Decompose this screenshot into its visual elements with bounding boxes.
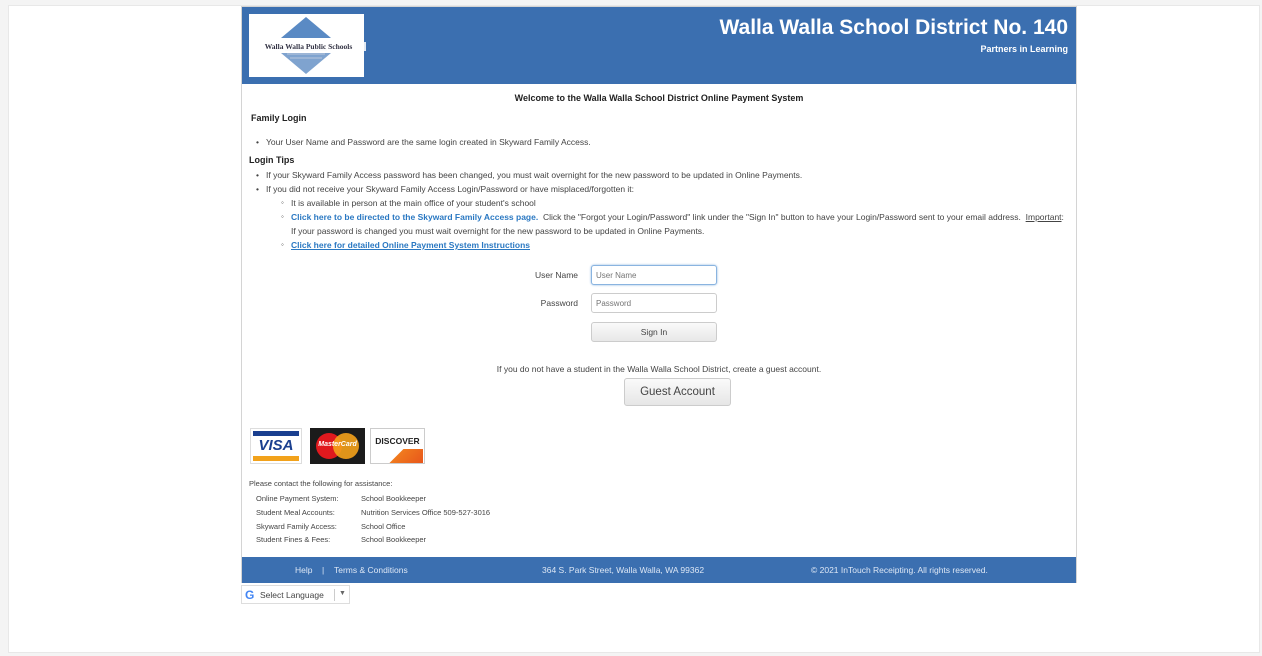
username-input[interactable] xyxy=(591,265,717,285)
table-row: Skyward Family Access: School Office xyxy=(256,519,490,533)
sign-in-button[interactable]: Sign In xyxy=(591,322,717,342)
contact-label: Student Meal Accounts: xyxy=(256,508,335,518)
contact-value: School Office xyxy=(361,521,406,531)
footer-address: 364 S. Park Street, Walla Walla, WA 9936… xyxy=(542,565,705,575)
table-row: Student Meal Accounts: Nutrition Services… xyxy=(256,506,490,520)
discover-wordmark: DISCOVER xyxy=(375,436,420,446)
district-title: Walla Walla School District No. 140 xyxy=(719,16,1068,39)
table-row: Student Fines & Fees: School Bookkeeper xyxy=(256,533,490,547)
login-tip-text: If you did not receive your Skyward Fami… xyxy=(266,184,635,194)
family-login-list: Your User Name and Password are the same… xyxy=(256,135,591,149)
district-tagline: Partners in Learning xyxy=(980,44,1068,54)
skyward-access-link[interactable]: Click here to be directed to the Skyward… xyxy=(291,212,538,222)
family-login-heading: Family Login xyxy=(251,113,307,123)
visa-band-bottom xyxy=(253,456,299,461)
contact-label: Online Payment System: xyxy=(256,494,339,504)
contact-value: Nutrition Services Office 509-527-3016 xyxy=(361,508,491,518)
site-header: Walla Walla Public Schools Walla Walla S… xyxy=(242,7,1076,84)
username-label: User Name xyxy=(535,270,578,280)
google-icon: G xyxy=(245,588,255,602)
password-label: Password xyxy=(540,298,578,308)
login-tip-item: If you did not receive your Skyward Fami… xyxy=(256,182,1068,252)
site-footer: Help | Terms & Conditions 364 S. Park St… xyxy=(242,557,1076,583)
password-input[interactable] xyxy=(591,293,717,313)
language-selector-divider xyxy=(334,589,335,601)
welcome-heading: Welcome to the Walla Walla School Distri… xyxy=(514,93,804,103)
terms-link[interactable]: Terms & Conditions xyxy=(334,565,408,575)
language-selector-label: Select Language xyxy=(260,590,324,600)
discover-card-logo: DISCOVER xyxy=(370,428,425,464)
guest-account-note: If you do not have a student in the Wall… xyxy=(496,364,822,374)
district-logo[interactable]: Walla Walla Public Schools xyxy=(249,14,366,77)
subtip-text: Click the "Forgot your Login/Password" l… xyxy=(542,212,1021,222)
visa-card-logo: VISA xyxy=(250,428,302,464)
contact-intro: Please contact the following for assista… xyxy=(249,479,393,488)
login-subtips-list: It is available in person at the main of… xyxy=(266,196,1068,252)
contact-value: School Bookkeeper xyxy=(361,535,427,545)
important-label: Important xyxy=(1025,212,1062,222)
visa-wordmark: VISA xyxy=(258,437,294,454)
footer-copyright: © 2021 InTouch Receipting. All rights re… xyxy=(811,565,988,575)
login-tips-list: If your Skyward Family Access password h… xyxy=(256,168,1068,252)
payment-portal-frame: Walla Walla Public Schools Walla Walla S… xyxy=(241,6,1077,583)
mastercard-wordmark: MasterCard xyxy=(318,441,357,448)
contact-label: Student Fines & Fees: xyxy=(256,535,331,545)
login-tips-heading: Login Tips xyxy=(249,155,295,165)
mastercard-logo: MasterCard xyxy=(310,428,365,464)
visa-band-top xyxy=(253,431,299,436)
chevron-down-icon: ▼ xyxy=(339,590,346,597)
table-row: Online Payment System: School Bookkeeper xyxy=(256,492,490,506)
footer-divider: | xyxy=(322,565,325,575)
language-selector[interactable]: G Select Language ▼ xyxy=(241,585,350,604)
logo-text: Walla Walla Public Schools xyxy=(251,42,366,51)
contact-label: Skyward Family Access: xyxy=(256,521,337,531)
subtip-item: Click here to be directed to the Skyward… xyxy=(281,210,1068,238)
instructions-link[interactable]: Click here for detailed Online Payment S… xyxy=(291,240,530,250)
subtip-item: It is available in person at the main of… xyxy=(281,196,1068,210)
contact-value: School Bookkeeper xyxy=(361,494,427,504)
discover-stripe xyxy=(385,449,423,463)
family-login-note: Your User Name and Password are the same… xyxy=(256,135,591,149)
guest-account-button[interactable]: Guest Account xyxy=(624,378,731,406)
subtip-item: Click here for detailed Online Payment S… xyxy=(281,238,1068,252)
login-tip-item: If your Skyward Family Access password h… xyxy=(256,168,1068,182)
help-link[interactable]: Help xyxy=(295,565,312,575)
contact-table: Online Payment System: School Bookkeeper … xyxy=(256,492,490,547)
